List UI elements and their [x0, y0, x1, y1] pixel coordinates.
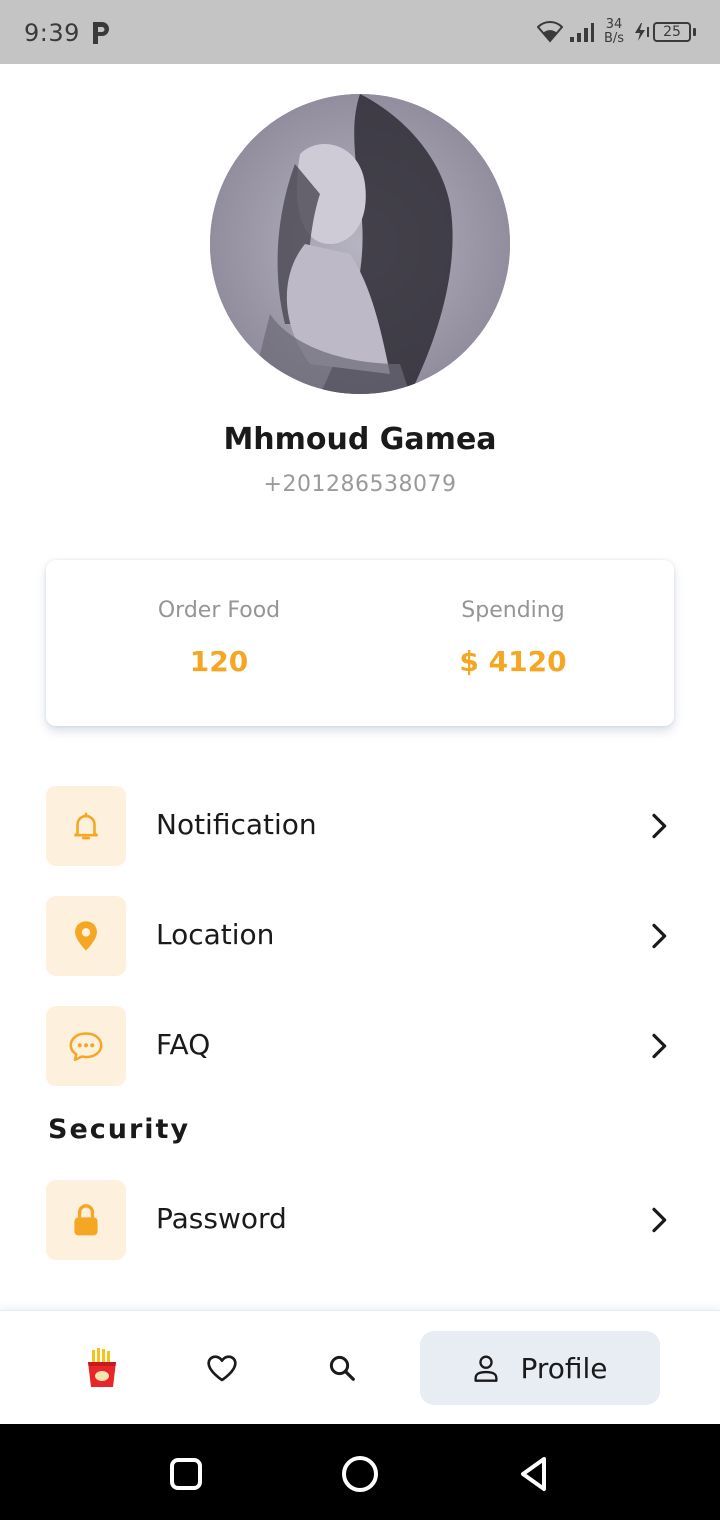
menu-icon-box: [46, 1180, 126, 1260]
menu-item-location[interactable]: Location: [46, 896, 674, 976]
stats-card: Order Food 120 Spending $ 4120: [46, 560, 674, 726]
avatar-image: [210, 94, 510, 394]
charging-icon: [635, 23, 649, 41]
menu-label: Password: [156, 1202, 287, 1235]
bell-icon: [74, 812, 98, 840]
nav-profile[interactable]: Profile: [420, 1331, 660, 1405]
menu-item-notification[interactable]: Notification: [46, 786, 674, 866]
network-speed: 34 B/s: [601, 18, 627, 46]
menu-icon-box: [46, 786, 126, 866]
chevron-right-icon: [652, 1033, 667, 1059]
stat-value: $ 4120: [459, 645, 567, 678]
stat-label: Spending: [461, 598, 565, 623]
battery-level: 25: [653, 22, 691, 42]
status-time: 9:39: [24, 19, 80, 47]
search-icon: [329, 1355, 355, 1381]
back-icon[interactable]: [512, 1452, 556, 1496]
profile-screen: 9:39 34 B/s 25 Mhmoud Gamea +20128653807…: [0, 0, 720, 1520]
chevron-right-icon: [652, 813, 667, 839]
nav-search[interactable]: [312, 1343, 372, 1393]
chat-bubble-icon: [69, 1032, 103, 1062]
section-title-security: Security: [48, 1114, 191, 1145]
stat-spending: Spending $ 4120: [388, 598, 638, 678]
chevron-right-icon: [652, 1207, 667, 1233]
menu-label: FAQ: [156, 1028, 211, 1061]
battery-indicator: 25: [633, 22, 696, 42]
menu-icon-box: [46, 896, 126, 976]
menu-label: Location: [156, 918, 275, 951]
signal-icon: [570, 23, 594, 42]
menu-label: Notification: [156, 808, 317, 841]
home-icon[interactable]: [338, 1452, 382, 1496]
speed-unit: B/s: [603, 31, 625, 46]
avatar[interactable]: [210, 94, 510, 394]
lock-icon: [74, 1204, 98, 1236]
menu-icon-box: [46, 1006, 126, 1086]
chevron-right-icon: [652, 923, 667, 949]
menu-item-faq[interactable]: FAQ: [46, 1006, 674, 1086]
status-bar: 9:39 34 B/s 25: [0, 0, 720, 64]
heart-icon: [207, 1355, 237, 1382]
stat-order-food: Order Food 120: [94, 598, 344, 678]
status-right: 34 B/s 25: [537, 14, 696, 50]
stat-value: 120: [189, 645, 249, 678]
battery-tip: [693, 28, 696, 36]
wifi-icon: [537, 21, 563, 43]
fries-icon: [88, 1348, 116, 1387]
user-phone: +201286538079: [263, 472, 457, 497]
bottom-nav: Profile: [0, 1310, 720, 1424]
nav-home[interactable]: [72, 1343, 132, 1393]
recents-icon[interactable]: [164, 1452, 208, 1496]
speed-value: 34: [605, 17, 623, 32]
system-nav-bar: [0, 1424, 720, 1520]
menu-item-password[interactable]: Password: [46, 1180, 674, 1260]
person-icon: [474, 1355, 499, 1382]
stat-label: Order Food: [157, 598, 281, 623]
parking-app-icon: [93, 22, 109, 44]
nav-favorites[interactable]: [192, 1343, 252, 1393]
location-pin-icon: [75, 921, 97, 951]
nav-profile-label: Profile: [520, 1351, 608, 1385]
user-name: Mhmoud Gamea: [223, 422, 497, 457]
